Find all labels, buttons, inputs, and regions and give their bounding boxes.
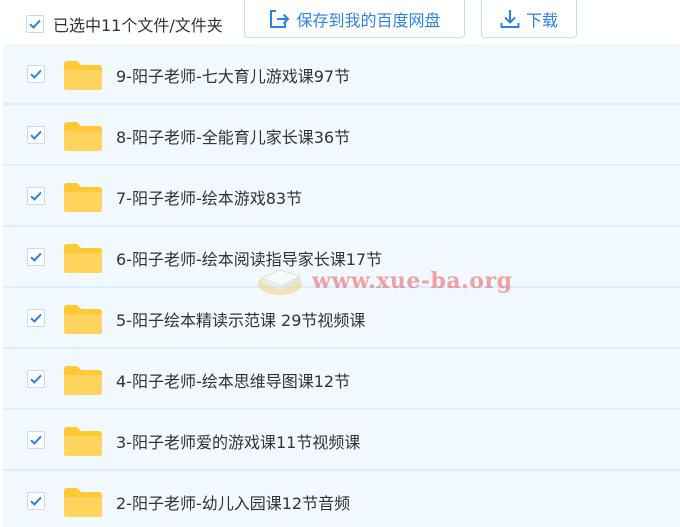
checkmark-icon (30, 191, 42, 201)
file-row[interactable]: 6-阳子老师-绘本阅读指导家长课17节 (3, 227, 680, 288)
file-row[interactable]: 5-阳子绘本精读示范课 29节视频课 (3, 288, 680, 349)
file-row[interactable]: 4-阳子老师-绘本思维导图课12节 (3, 349, 680, 410)
folder-icon (63, 243, 103, 278)
file-name: 4-阳子老师-绘本思维导图课12节 (116, 372, 351, 391)
save-icon (268, 9, 290, 29)
checkmark-icon (29, 19, 41, 29)
checkmark-icon (30, 374, 42, 384)
file-name: 6-阳子老师-绘本阅读指导家长课17节 (116, 250, 383, 269)
row-checkbox[interactable] (27, 492, 45, 510)
file-name: 7-阳子老师-绘本游戏83节 (116, 189, 303, 208)
row-checkbox[interactable] (27, 65, 45, 83)
save-to-netdisk-button[interactable]: 保存到我的百度网盘 (244, 0, 465, 38)
checkmark-icon (30, 313, 42, 323)
folder-icon (63, 426, 103, 461)
file-name: 5-阳子绘本精读示范课 29节视频课 (116, 311, 366, 330)
file-list: 9-阳子老师-七大育儿游戏课97节 8-阳子老师-全能育儿家长课36节 7-阳子… (3, 44, 680, 527)
file-row[interactable]: 9-阳子老师-七大育儿游戏课97节 (3, 44, 680, 105)
file-row[interactable]: 8-阳子老师-全能育儿家长课36节 (3, 105, 680, 166)
select-all[interactable]: 已选中11个文件/文件夹 (26, 12, 223, 36)
row-checkbox[interactable] (27, 431, 45, 449)
folder-icon (63, 60, 103, 95)
select-all-checkbox[interactable] (26, 15, 44, 33)
folder-icon (63, 121, 103, 156)
checkmark-icon (30, 496, 42, 506)
row-checkbox[interactable] (27, 126, 45, 144)
download-button-label: 下载 (525, 10, 558, 30)
row-checkbox[interactable] (27, 248, 45, 266)
folder-icon (63, 487, 103, 522)
checkmark-icon (30, 252, 42, 262)
file-name: 8-阳子老师-全能育儿家长课36节 (116, 128, 351, 147)
download-icon (500, 9, 520, 29)
row-checkbox[interactable] (27, 187, 45, 205)
checkmark-icon (30, 69, 42, 79)
selected-count-label: 已选中11个文件/文件夹 (53, 16, 223, 35)
file-row[interactable]: 2-阳子老师-幼儿入园课12节音频 (3, 471, 680, 527)
checkmark-icon (30, 130, 42, 140)
folder-icon (63, 365, 103, 400)
file-name: 3-阳子老师爱的游戏课11节视频课 (116, 433, 361, 452)
folder-icon (63, 182, 103, 217)
row-checkbox[interactable] (27, 370, 45, 388)
row-checkbox[interactable] (27, 309, 45, 327)
download-button[interactable]: 下载 (481, 0, 577, 38)
file-name: 9-阳子老师-七大育儿游戏课97节 (116, 67, 351, 86)
file-row[interactable]: 7-阳子老师-绘本游戏83节 (3, 166, 680, 227)
checkmark-icon (30, 435, 42, 445)
save-button-label: 保存到我的百度网盘 (296, 10, 441, 30)
file-share-page: 已选中11个文件/文件夹 保存到我的百度网盘 下载 9-阳子老师-七大育儿游戏课… (0, 0, 680, 527)
toolbar: 已选中11个文件/文件夹 保存到我的百度网盘 下载 (0, 0, 680, 42)
file-name: 2-阳子老师-幼儿入园课12节音频 (116, 494, 351, 513)
folder-icon (63, 304, 103, 339)
file-row[interactable]: 3-阳子老师爱的游戏课11节视频课 (3, 410, 680, 471)
